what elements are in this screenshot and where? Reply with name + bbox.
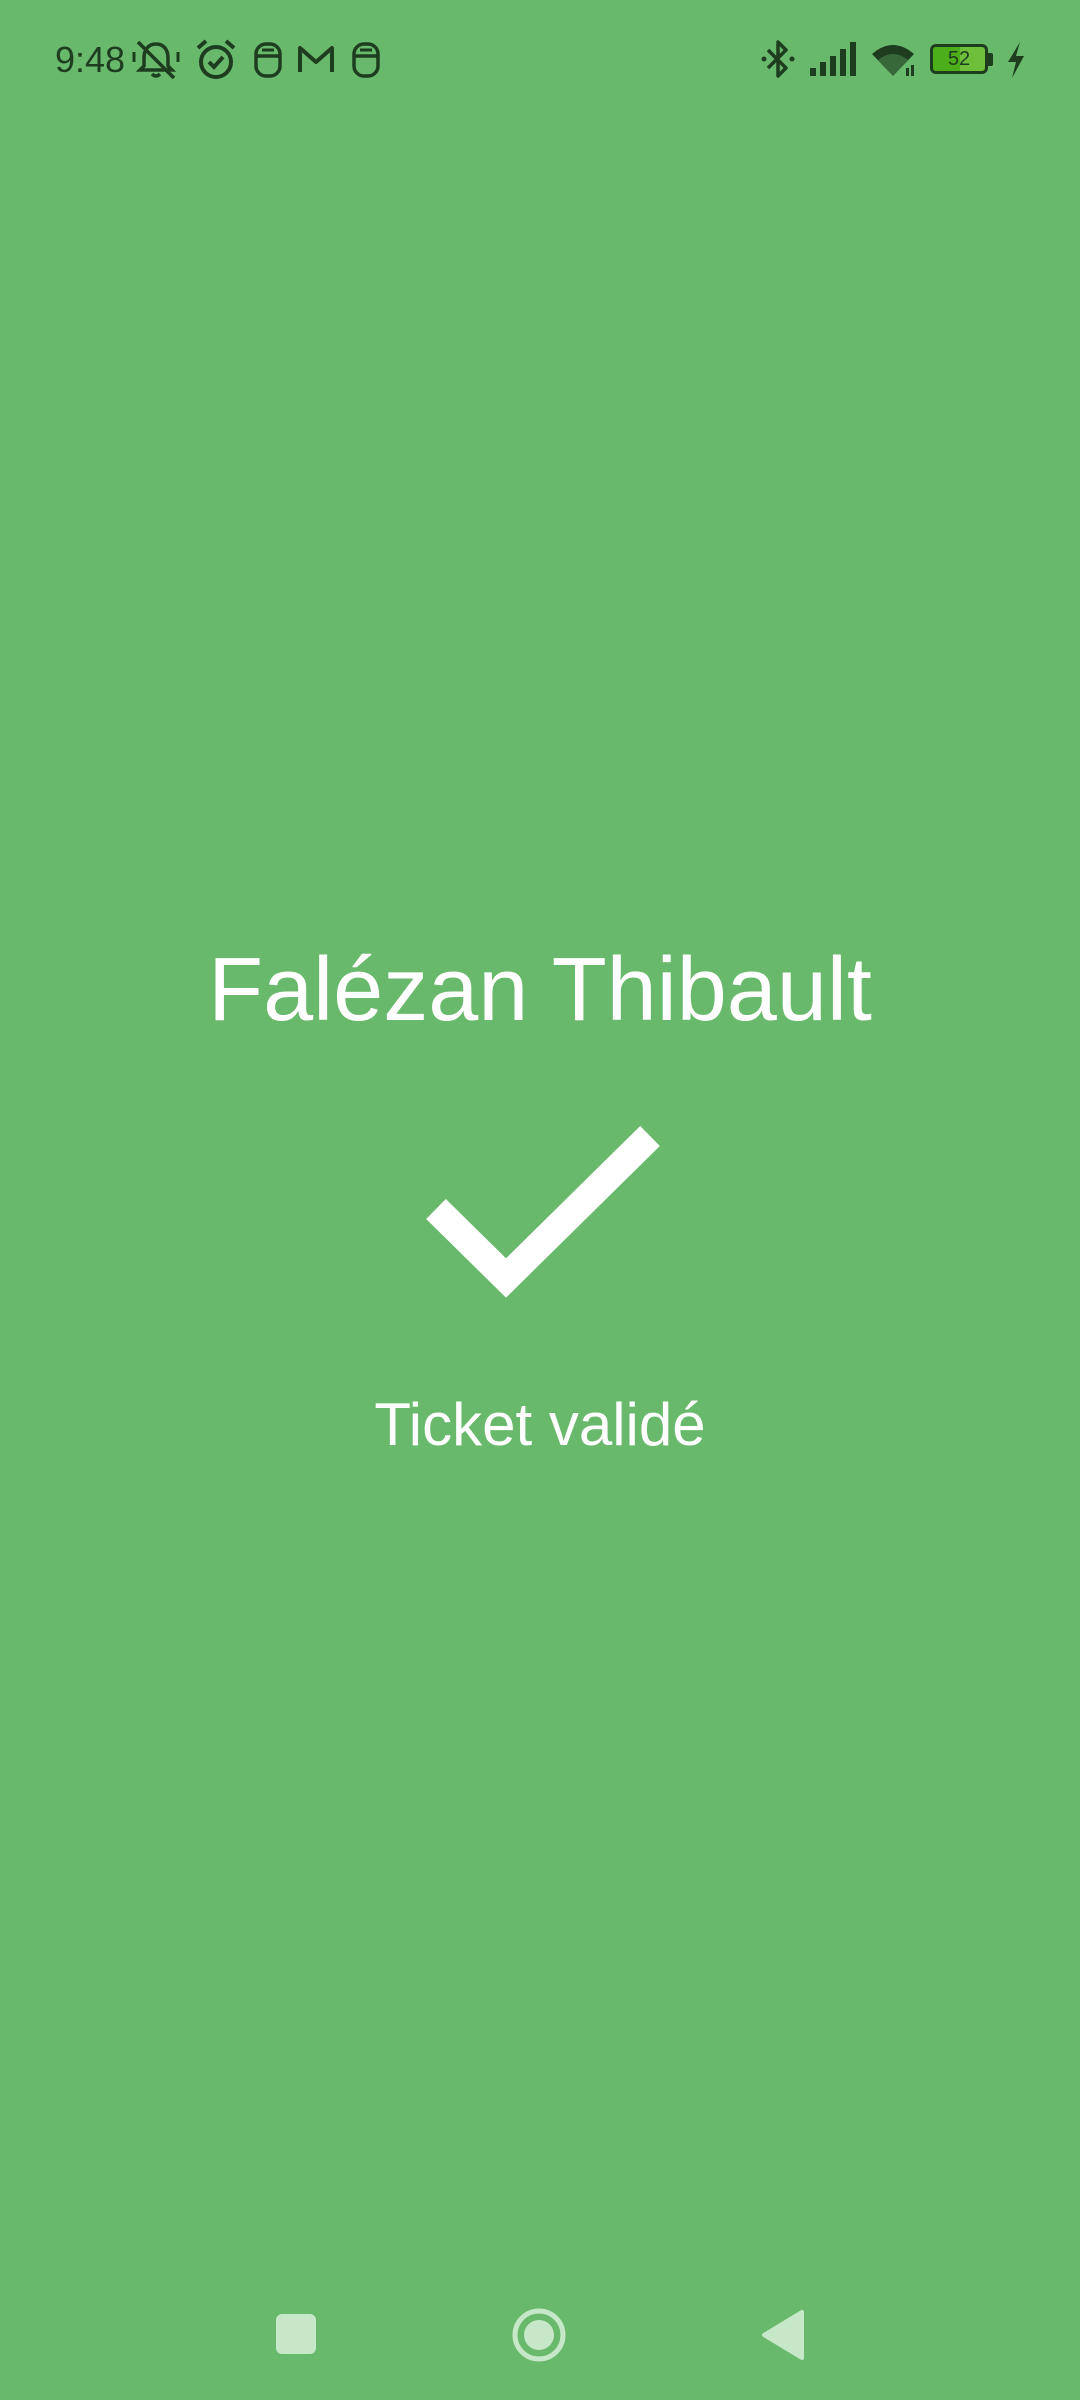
- signal-icon: [808, 38, 858, 82]
- circle-icon: [512, 2308, 566, 2362]
- battery-percent: 52: [947, 48, 971, 70]
- gmail-icon: [296, 38, 336, 82]
- back-button[interactable]: [748, 2300, 818, 2370]
- status-bar: 9:48 52: [0, 0, 1080, 120]
- app-screen: 9:48 52 Falézan Thibault Ticket validé: [0, 0, 1080, 2400]
- ticket-holder-name: Falézan Thibault: [208, 940, 872, 1040]
- battery-icon: 52: [930, 44, 993, 76]
- app-notification-icon: [252, 38, 284, 82]
- mute-notifications-icon: [132, 38, 180, 82]
- wifi-icon: [868, 38, 918, 82]
- alarm-icon: [194, 38, 238, 82]
- checkmark-icon: [420, 1125, 660, 1305]
- square-icon: [276, 2314, 316, 2354]
- home-button[interactable]: [504, 2300, 574, 2370]
- back-triangle-icon: [762, 2310, 804, 2360]
- app-notification-icon: [350, 38, 382, 82]
- validation-message: Ticket validé: [374, 1391, 706, 1458]
- status-time: 9:48: [55, 39, 126, 80]
- charging-icon: [1004, 38, 1028, 82]
- bluetooth-icon: [758, 38, 798, 82]
- recents-button[interactable]: [262, 2300, 332, 2370]
